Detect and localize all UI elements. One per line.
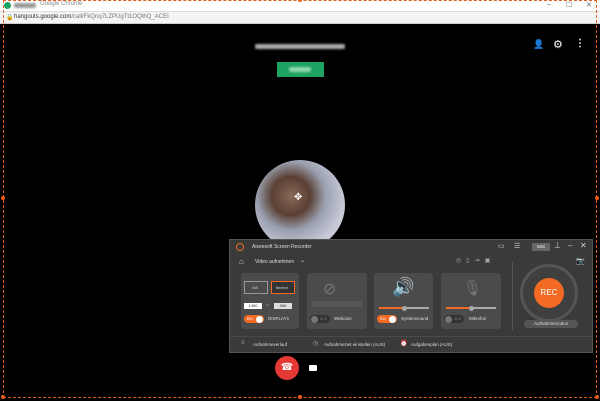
link-icon[interactable]: ⇔ [265, 302, 270, 308]
screen-recorder-window: Aiseesoft Screen Recorder ▭ ☰ Mini ⊥ – ✕… [229, 239, 593, 353]
history-icon[interactable]: ≡ [241, 340, 245, 346]
app-logo-icon [236, 243, 244, 251]
webcam-card: ⊘ AUS Webcam [307, 273, 367, 329]
region-option[interactable]: Bereich [271, 281, 295, 294]
system-sound-label: Systemsound [401, 316, 429, 321]
footer-bar [230, 336, 592, 337]
microphone-toggle[interactable]: AUS [444, 315, 464, 323]
home-icon[interactable]: ⌂ [239, 257, 244, 266]
webcam-off-icon[interactable]: ⊘ [323, 279, 336, 299]
display-toggle[interactable]: EIN [244, 315, 264, 323]
full-screen-option[interactable]: Voll [244, 281, 268, 294]
region-handle[interactable] [1, 196, 5, 200]
microphone-label: Mikrofon [469, 316, 487, 321]
schedule-link[interactable]: Aufgabenplan (AUS) [411, 342, 452, 347]
region-handle[interactable] [595, 395, 599, 399]
pin-icon[interactable]: ⊥ [554, 241, 561, 250]
app-title: Aiseesoft Screen Recorder [252, 244, 312, 250]
tool-icons[interactable]: ◎▯⇥▣ [456, 257, 495, 264]
timer-link[interactable]: Aufnahmezeit einstellen (AUS) [324, 342, 385, 347]
display-select[interactable]: DISPLAY1 [268, 316, 289, 321]
speaker-icon[interactable]: 🔊 [392, 277, 414, 298]
region-handle[interactable] [298, 395, 302, 399]
microphone-card: 🎙 AUS Mikrofon [441, 273, 501, 329]
system-sound-slider[interactable] [379, 305, 429, 311]
screenshot-camera-icon[interactable]: 📷 [576, 257, 585, 265]
mode-dropdown[interactable]: Video aufnehmen [255, 259, 294, 265]
chevron-down-icon[interactable]: ⌄ [300, 257, 305, 264]
webcam-toggle[interactable]: AUS [310, 315, 330, 323]
webcam-label: Webcam [334, 316, 352, 321]
feedback-icon[interactable]: ▭ [498, 242, 505, 250]
minimize-icon[interactable]: – [568, 241, 572, 250]
mini-button[interactable]: Mini [532, 243, 550, 251]
close-icon[interactable]: ✕ [580, 241, 587, 250]
width-input[interactable]: 1490 [244, 303, 262, 309]
schedule-icon[interactable]: ⏰ [400, 340, 407, 347]
rec-button[interactable]: REC [534, 278, 564, 308]
microphone-slider[interactable] [446, 305, 496, 311]
microphone-off-icon[interactable]: 🎙 [463, 279, 482, 297]
menu-icon[interactable]: ☰ [514, 242, 520, 250]
timer-icon[interactable]: ◷ [313, 340, 318, 347]
region-handle[interactable] [1, 395, 5, 399]
display-card: Voll Bereich 1490 ⇔ 996 EIN DISPLAY1 [241, 273, 299, 329]
region-handle[interactable] [595, 196, 599, 200]
divider [512, 262, 513, 330]
record-mode-button[interactable]: Aufnahmemodus [524, 320, 578, 328]
system-sound-toggle[interactable]: EIN [377, 315, 397, 323]
height-input[interactable]: 996 [274, 303, 292, 309]
history-link[interactable]: Aufnahmeverlauf [253, 342, 287, 347]
system-sound-card: 🔊 EIN Systemsound [374, 273, 433, 329]
